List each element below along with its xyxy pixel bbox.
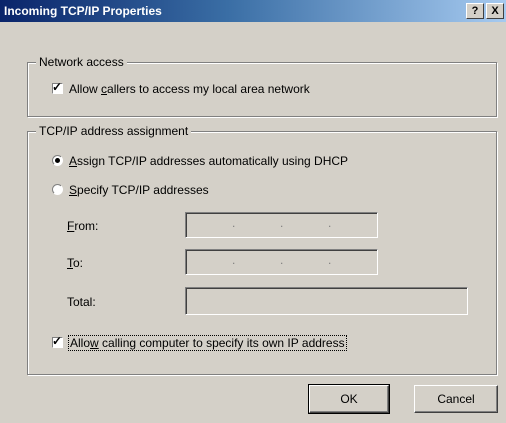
ip-assignment-group: TCP/IP address assignment Assign TCP/IP … xyxy=(27,124,497,375)
cancel-button[interactable]: Cancel xyxy=(414,385,498,413)
network-access-legend: Network access xyxy=(36,55,127,70)
to-label-post: o: xyxy=(73,256,84,270)
title-bar: Incoming TCP/IP Properties ? X xyxy=(0,0,506,22)
network-access-group: Network access ✓ Allow callers to access … xyxy=(27,55,497,117)
to-label: To: xyxy=(67,255,83,271)
from-label: From: xyxy=(67,218,98,234)
auto-dhcp-radio[interactable]: Assign TCP/IP addresses automatically us… xyxy=(52,153,348,169)
ip-separator: . xyxy=(328,216,332,230)
specify-label-post: pecify TCP/IP addresses xyxy=(77,183,209,197)
allow-callers-checkbox[interactable]: ✓ Allow callers to access my local area n… xyxy=(52,80,310,97)
allow-own-ip-label: Allow calling computer to specify its ow… xyxy=(68,335,347,351)
check-mark-icon: ✓ xyxy=(52,334,63,348)
allow-own-ip-label-pre: Allo xyxy=(70,336,91,350)
window-title: Incoming TCP/IP Properties xyxy=(4,4,162,18)
radio-button[interactable] xyxy=(52,155,63,166)
close-button[interactable]: X xyxy=(486,3,504,19)
total-label: Total: xyxy=(67,295,96,309)
ip-separator: . xyxy=(280,216,284,230)
radio-button[interactable] xyxy=(52,184,63,195)
to-ip-field[interactable]: . . . xyxy=(185,249,378,275)
allow-own-ip-checkbox[interactable]: ✓ Allow calling computer to specify its o… xyxy=(52,334,347,351)
checkbox-box[interactable]: ✓ xyxy=(52,334,63,348)
allow-callers-label-post: allers to access my local area network xyxy=(107,82,310,96)
specify-ip-radio[interactable]: Specify TCP/IP addresses xyxy=(52,182,209,198)
auto-dhcp-label-key: A xyxy=(69,154,78,168)
allow-own-ip-label-key: w xyxy=(90,336,99,350)
allow-callers-label-pre: Allow xyxy=(69,82,102,96)
ok-button[interactable]: OK xyxy=(308,384,390,414)
radio-dot-icon xyxy=(55,158,60,163)
auto-dhcp-label-post: ssign TCP/IP addresses automatically usi… xyxy=(77,154,349,168)
from-ip-field[interactable]: . . . xyxy=(185,212,378,238)
specify-label-key: S xyxy=(69,183,78,197)
allow-own-ip-label-post: calling computer to specify its own IP a… xyxy=(98,336,345,350)
total-field xyxy=(185,287,468,315)
from-label-post: rom: xyxy=(74,219,99,233)
ip-separator: . xyxy=(280,253,284,267)
check-mark-icon: ✓ xyxy=(52,80,63,94)
help-button[interactable]: ? xyxy=(466,3,484,19)
ip-assignment-legend: TCP/IP address assignment xyxy=(36,124,192,139)
ip-separator: . xyxy=(232,216,236,230)
ip-separator: . xyxy=(328,253,332,267)
ip-separator: . xyxy=(232,253,236,267)
checkbox-box[interactable]: ✓ xyxy=(52,80,63,94)
